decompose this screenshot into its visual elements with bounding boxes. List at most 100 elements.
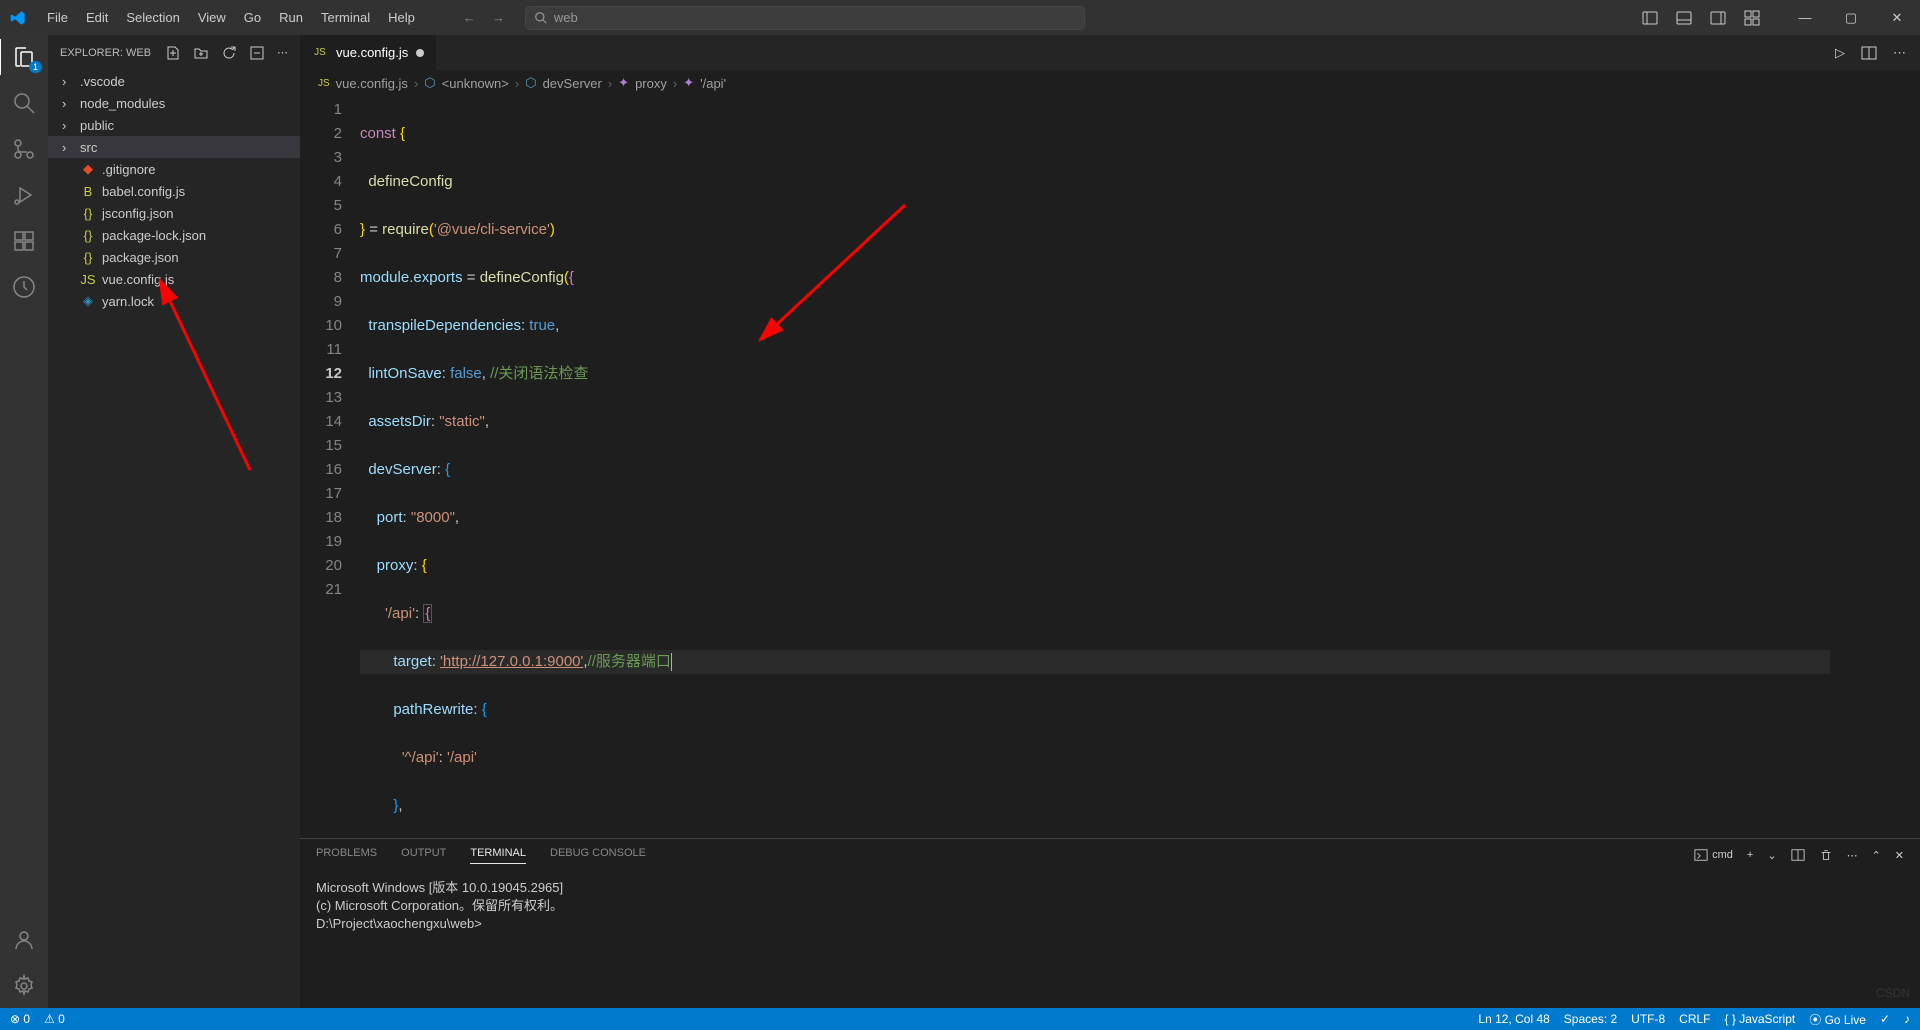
breadcrumb-item[interactable]: devServer	[543, 76, 602, 91]
status-language[interactable]: { } JavaScript	[1725, 1012, 1796, 1026]
folder-public[interactable]: ›public	[48, 114, 300, 136]
activity-explorer-icon[interactable]: 1	[12, 45, 36, 69]
toggle-panel-right-icon[interactable]	[1710, 10, 1726, 26]
split-icon[interactable]	[1861, 45, 1877, 61]
menu-edit[interactable]: Edit	[78, 6, 116, 29]
menu-help[interactable]: Help	[380, 6, 423, 29]
file-jsconfig[interactable]: {}jsconfig.json	[48, 202, 300, 224]
status-indent[interactable]: Spaces: 2	[1564, 1012, 1617, 1026]
tab-label: vue.config.js	[336, 45, 408, 60]
panel-tab-terminal[interactable]: TERMINAL	[470, 847, 526, 864]
panel-tab-problems[interactable]: PROBLEMS	[316, 847, 377, 863]
status-warnings[interactable]: ⚠ 0	[44, 1012, 65, 1026]
breadcrumb-item[interactable]: proxy	[635, 76, 667, 91]
panel-tab-bar: PROBLEMS OUTPUT TERMINAL DEBUG CONSOLE c…	[300, 839, 1920, 871]
editor-actions: ▷ ⋯	[1835, 35, 1920, 70]
maximize-panel-icon[interactable]: ⌃	[1872, 849, 1881, 862]
panel-tab-output[interactable]: OUTPUT	[401, 847, 446, 863]
vscode-logo-icon	[0, 10, 35, 26]
collapse-icon[interactable]	[249, 45, 265, 61]
menu-selection[interactable]: Selection	[118, 6, 187, 29]
dirty-indicator-icon	[416, 49, 424, 57]
command-center[interactable]: web	[525, 6, 1085, 30]
status-cursor-pos[interactable]: Ln 12, Col 48	[1478, 1012, 1549, 1026]
sidebar-header: EXPLORER: WEB ⋯	[48, 35, 300, 70]
activity-remote-icon[interactable]	[12, 275, 36, 299]
terminal-line: D:\Project\xaochengxu\web>	[316, 915, 1904, 933]
panel-tab-debug-console[interactable]: DEBUG CONSOLE	[550, 847, 646, 863]
status-encoding[interactable]: UTF-8	[1631, 1012, 1665, 1026]
menu-go[interactable]: Go	[236, 6, 269, 29]
terminal-dropdown-icon[interactable]: ⌄	[1767, 849, 1776, 862]
status-go-live[interactable]: ⦿ Go Live	[1809, 1011, 1866, 1028]
file-yarn-lock[interactable]: ◈yarn.lock	[48, 290, 300, 312]
status-errors[interactable]: ⊗ 0	[10, 1012, 30, 1026]
activity-scm-icon[interactable]	[12, 137, 36, 161]
new-folder-icon[interactable]	[193, 45, 209, 61]
breadcrumb-item[interactable]: <unknown>	[442, 76, 509, 91]
run-icon[interactable]: ▷	[1835, 45, 1845, 61]
nav-arrows: ← →	[463, 10, 505, 25]
code-content[interactable]: const { defineConfig } = require('@vue/c…	[360, 96, 1830, 838]
menu-file[interactable]: File	[39, 6, 76, 29]
terminal-profile[interactable]: cmd	[1694, 848, 1733, 862]
breadcrumb-item[interactable]: '/api'	[700, 76, 726, 91]
layout-controls	[1642, 10, 1772, 26]
folder-vscode[interactable]: ›.vscode	[48, 70, 300, 92]
folder-node-modules[interactable]: ›node_modules	[48, 92, 300, 114]
activity-search-icon[interactable]	[12, 91, 36, 115]
file-package-lock[interactable]: {}package-lock.json	[48, 224, 300, 246]
breadcrumb[interactable]: JS vue.config.js› ⬡<unknown>› ⬡devServer…	[300, 70, 1920, 96]
new-terminal-icon[interactable]: +	[1747, 849, 1753, 861]
new-file-icon[interactable]	[165, 45, 181, 61]
kill-terminal-icon[interactable]	[1819, 848, 1833, 862]
status-prettier-icon[interactable]: ✓	[1880, 1012, 1890, 1026]
minimap[interactable]	[1830, 96, 1920, 838]
menu-view[interactable]: View	[190, 6, 234, 29]
activity-extensions-icon[interactable]	[12, 229, 36, 253]
minimize-icon[interactable]: —	[1782, 0, 1828, 35]
toggle-panel-bottom-icon[interactable]	[1676, 10, 1692, 26]
more-icon[interactable]: ⋯	[277, 46, 288, 59]
split-terminal-icon[interactable]	[1791, 848, 1805, 862]
panel-more-icon[interactable]: ⋯	[1847, 849, 1858, 862]
activity-accounts-icon[interactable]	[12, 928, 36, 952]
json-icon: {}	[80, 206, 96, 221]
customize-layout-icon[interactable]	[1744, 10, 1760, 26]
nav-forward-icon[interactable]: →	[492, 10, 505, 25]
symbol-icon: ⬡	[525, 75, 536, 91]
menu-run[interactable]: Run	[271, 6, 311, 29]
chevron-right-icon: ›	[62, 96, 74, 111]
toggle-panel-left-icon[interactable]	[1642, 10, 1658, 26]
file-gitignore[interactable]: ◆.gitignore	[48, 158, 300, 180]
folder-src[interactable]: ›src	[48, 136, 300, 158]
file-vue-config[interactable]: JSvue.config.js	[48, 268, 300, 290]
refresh-icon[interactable]	[221, 45, 237, 61]
nav-back-icon[interactable]: ←	[463, 10, 476, 25]
maximize-icon[interactable]: ▢	[1828, 0, 1874, 35]
terminal-body[interactable]: Microsoft Windows [版本 10.0.19045.2965] (…	[300, 871, 1920, 1008]
breadcrumb-item[interactable]: vue.config.js	[336, 76, 408, 91]
terminal-line: (c) Microsoft Corporation。保留所有权利。	[316, 897, 1904, 915]
chevron-right-icon: ›	[62, 74, 74, 89]
js-icon: JS	[318, 78, 330, 89]
file-package-json[interactable]: {}package.json	[48, 246, 300, 268]
code-editor[interactable]: 123456789101112131415161718192021 const …	[300, 96, 1920, 838]
title-bar: File Edit Selection View Go Run Terminal…	[0, 0, 1920, 35]
status-bell-icon[interactable]: ♪	[1904, 1012, 1910, 1026]
menu-terminal[interactable]: Terminal	[313, 6, 378, 29]
tab-bar: JS vue.config.js ▷ ⋯	[300, 35, 1920, 70]
activity-settings-icon[interactable]	[12, 974, 36, 998]
file-tree: ›.vscode ›node_modules ›public ›src ◆.gi…	[48, 70, 300, 1008]
symbol-icon: ✦	[618, 75, 629, 91]
status-eol[interactable]: CRLF	[1679, 1012, 1710, 1026]
close-icon[interactable]: ✕	[1874, 0, 1920, 35]
file-babel-config[interactable]: Bbabel.config.js	[48, 180, 300, 202]
close-panel-icon[interactable]: ✕	[1895, 849, 1904, 862]
more-actions-icon[interactable]: ⋯	[1893, 45, 1906, 61]
explorer-sidebar: EXPLORER: WEB ⋯ ›.vscode ›node_modules ›…	[48, 35, 300, 1008]
activity-debug-icon[interactable]	[12, 183, 36, 207]
js-icon: JS	[312, 47, 328, 58]
babel-icon: B	[80, 184, 96, 199]
tab-vue-config[interactable]: JS vue.config.js	[300, 35, 437, 70]
